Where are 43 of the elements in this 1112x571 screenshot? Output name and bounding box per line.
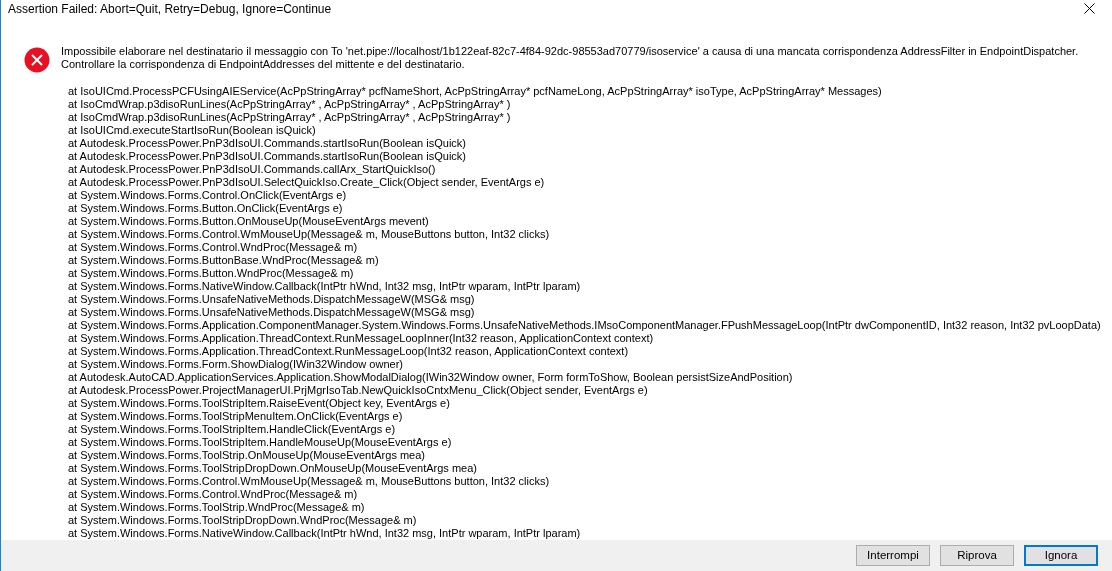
stack-trace-line: at System.Windows.Forms.ToolStripDropDown.OnMouseUp(MouseEventArgs mea) xyxy=(68,461,478,475)
stack-trace-line: at Autodesk.ProcessPower.ProjectManagerUI.PrjMgrIsoTab.NewQuickIsoCntxMenu_Click(Object sender, EventArgs e) xyxy=(68,383,649,397)
stack-trace-line: at Autodesk.ProcessPower.PnP3dIsoUI.Commands.startIsoRun(Boolean isQuick) xyxy=(68,136,468,150)
stack-trace-line: at System.Windows.Forms.Application.ThreadContext.RunMessageLoop(Int32 reason, ApplicationContext context) xyxy=(68,344,630,358)
stack-trace-line: at Autodesk.ProcessPower.PnP3dIsoUI.Commands.callArx_StartQuickIso() xyxy=(68,162,437,176)
stack-trace-line: at System.Windows.Forms.Form.ShowDialog(IWin32Window owner) xyxy=(68,357,404,371)
stack-trace-line: at System.Windows.Forms.Button.OnClick(EventArgs e) xyxy=(68,201,344,215)
stack-trace-line: at System.Windows.Forms.UnsafeNativeMethods.DispatchMessageW(MSG& msg) xyxy=(68,292,476,306)
stack-trace-line: at System.Windows.Forms.Application.ThreadContext.RunMessageLoopInner(Int32 reason, ApplicationContext context) xyxy=(68,331,655,345)
stack-trace-line: at System.Windows.Forms.ToolStripDropDown.WndProc(Message& m) xyxy=(68,513,418,527)
stack-trace-line: at Autodesk.ProcessPower.PnP3dIsoUI.Commands.startIsoRun(Boolean isQuick) xyxy=(68,149,468,163)
stack-trace-line: at System.Windows.Forms.Button.WndProc(Message& m) xyxy=(68,266,355,280)
error-message: Impossibile elaborare nel destinatario il messaggio con To 'net.pipe://localhost/1b122eaf-82c7-4f84-92dc-98553ad70779/isoservice' a causa di una mancata corrispondenza AddressFilter in EndpointDispatcher. xyxy=(61,44,1080,58)
stack-trace-line: at System.Windows.Forms.Control.WndProc(Message& m) xyxy=(68,487,359,501)
stack-trace-line: at System.Windows.Forms.Application.ComponentManager.System.Windows.Forms.UnsafeNativeMethods.IMsoComponentManager.FPushMessageLoop(IntPtr dwComponentID, Int32 reason, Int32 pvLoopData) xyxy=(68,318,1101,332)
stack-trace-line: at System.Windows.Forms.UnsafeNativeMethods.DispatchMessageW(MSG& msg) xyxy=(68,305,476,319)
stack-trace-line: at System.Windows.Forms.ToolStripItem.RaiseEvent(Object key, EventArgs e) xyxy=(68,396,451,410)
stack-trace-line: at System.Windows.Forms.Control.WndProc(Message& m) xyxy=(68,240,359,254)
stack-trace-line: at System.Windows.Forms.ToolStripItem.HandleClick(EventArgs e) xyxy=(68,422,397,436)
stack-trace-line: at System.Windows.Forms.Control.OnClick(EventArgs e) xyxy=(68,188,348,202)
stack-trace-line: at System.Windows.Forms.ToolStripItem.HandleMouseUp(MouseEventArgs e) xyxy=(68,435,453,449)
stack-trace-line: at IsoCmdWrap.p3disoRunLines(AcPpStringArray* , AcPpStringArray* , AcPpStringArray* ) xyxy=(68,110,512,124)
dialog-button[interactable]: Riprova xyxy=(940,544,1014,566)
dialog-button[interactable]: Interrompi xyxy=(856,544,930,566)
stack-trace-line: at System.Windows.Forms.NativeWindow.Callback(IntPtr hWnd, Int32 msg, IntPtr wparam, IntPtr lparam) xyxy=(68,279,582,293)
stack-trace-line: at System.Windows.Forms.NativeWindow.Callback(IntPtr hWnd, Int32 msg, IntPtr wparam, IntPtr lparam) xyxy=(68,526,582,540)
stack-trace-line: at IsoUICmd.ProcessPCFUsingAIEService(AcPpStringArray* pcfNameShort, AcPpStringArray* pcfNameLong, AcPpStringArray* isoType, AcPpStringArray* Messages) xyxy=(68,84,883,98)
dialog-button[interactable]: Ignora xyxy=(1024,544,1098,566)
error-message: Controllare la corrispondenza di EndpointAddresses del mittente e del destinatario. xyxy=(61,57,466,71)
stack-trace-line: at System.Windows.Forms.ToolStripMenuItem.OnClick(EventArgs e) xyxy=(68,409,404,423)
stack-trace-line: at System.Windows.Forms.Control.WmMouseUp(Message& m, MouseButtons button, Int32 clicks) xyxy=(68,474,551,488)
close-icon[interactable] xyxy=(1084,3,1095,15)
stack-trace-line: at Autodesk.AutoCAD.ApplicationServices.Application.ShowModalDialog(IWin32Window owner, Form formToShow, Boolean persistSizeAndPosition) xyxy=(68,370,794,384)
stack-trace-line: at System.Windows.Forms.ToolStrip.OnMouseUp(MouseEventArgs mea) xyxy=(68,448,426,462)
stack-trace-line: at System.Windows.Forms.ToolStrip.WndProc(Message& m) xyxy=(68,500,366,514)
stack-trace-line: at System.Windows.Forms.Button.OnMouseUp(MouseEventArgs mevent) xyxy=(68,214,430,228)
stack-trace-line: at IsoCmdWrap.p3disoRunLines(AcPpStringArray* , AcPpStringArray* , AcPpStringArray* ) xyxy=(68,97,512,111)
stack-trace-line: at System.Windows.Forms.ButtonBase.WndProc(Message& m) xyxy=(68,253,380,267)
stack-trace-line: at Autodesk.ProcessPower.PnP3dIsoUI.SelectQuickIso.Create_Click(Object sender, EventArgs e) xyxy=(68,175,546,189)
stack-trace-line: at IsoUICmd.executeStartIsoRun(Boolean isQuick) xyxy=(68,123,317,137)
stack-trace-line: at System.Windows.Forms.Control.WmMouseUp(Message& m, MouseButtons button, Int32 clicks) xyxy=(68,227,551,241)
window-title: Assertion Failed: Abort=Quit, Retry=Debug, Ignore=Continue xyxy=(8,1,332,16)
error-icon xyxy=(24,46,50,73)
